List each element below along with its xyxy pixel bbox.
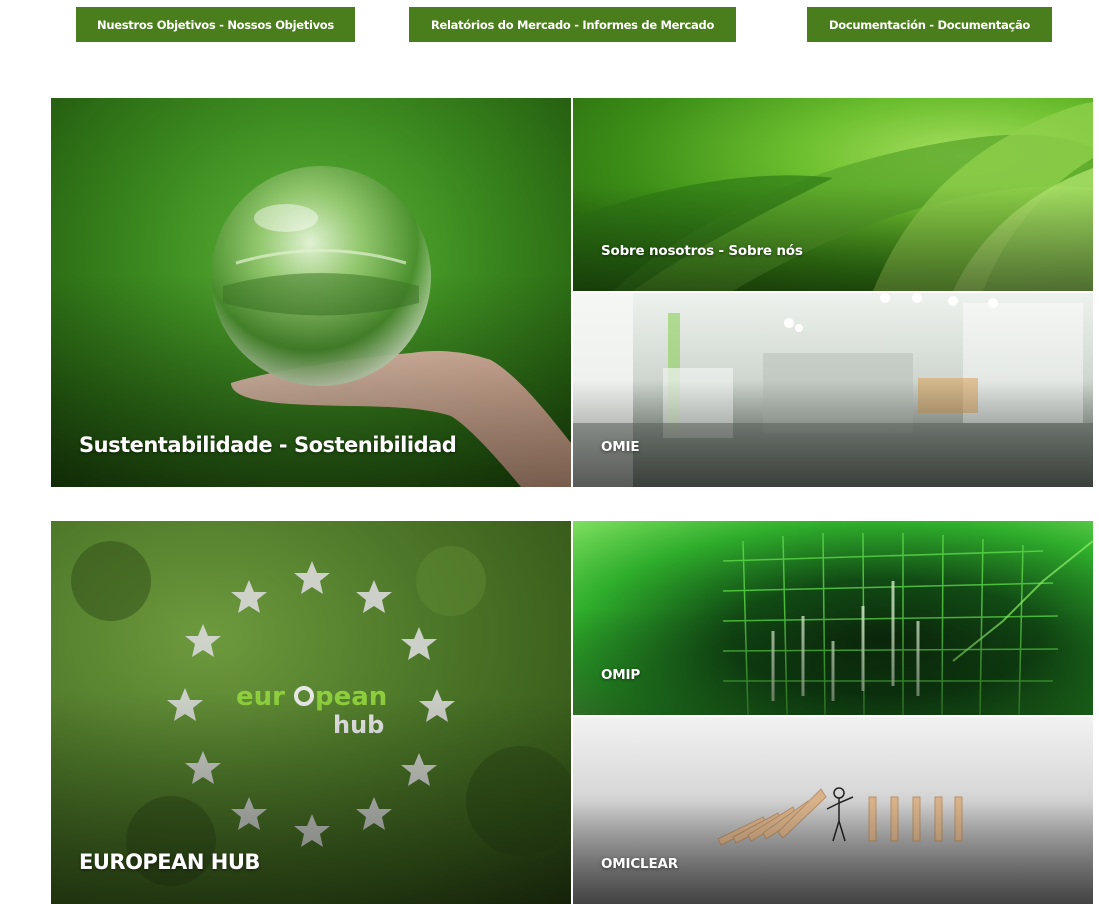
documentacao-button[interactable]: Documentación - Documentação (807, 7, 1052, 42)
label-shade (573, 380, 1093, 487)
tile-sustentabilidade[interactable]: Sustentabilidade - Sostenibilidad (51, 98, 571, 487)
tile-omiclear[interactable]: OMICLEAR (573, 717, 1093, 904)
label-shade (573, 801, 1093, 904)
sustentabilidade-label: Sustentabilidade - Sostenibilidad (79, 433, 457, 457)
nossos-objetivos-button[interactable]: Nuestros Objetivos - Nossos Objetivos (76, 7, 355, 42)
star-icon (231, 580, 267, 613)
star-icon (294, 561, 330, 594)
informes-mercado-button[interactable]: Relatórios do Mercado - Informes de Merc… (409, 7, 736, 42)
tile-omie[interactable]: OMIE (573, 293, 1093, 487)
sobre-nosotros-label: Sobre nosotros - Sobre nós (601, 243, 803, 259)
european-hub-label: EUROPEAN HUB (79, 850, 260, 874)
omip-label: OMIP (601, 667, 641, 683)
star-icon (356, 580, 392, 613)
tile-sobre-nosotros[interactable]: Sobre nosotros - Sobre nós (573, 98, 1093, 291)
omie-label: OMIE (601, 439, 640, 455)
label-shade (573, 608, 1093, 715)
label-shade (573, 184, 1093, 291)
star-icon (185, 624, 221, 657)
tile-omip[interactable]: OMIP (573, 521, 1093, 715)
tile-european-hub[interactable]: eur pean hub EUROPEAN HUB (51, 521, 571, 904)
omiclear-label: OMICLEAR (601, 856, 678, 872)
star-icon (401, 627, 437, 660)
